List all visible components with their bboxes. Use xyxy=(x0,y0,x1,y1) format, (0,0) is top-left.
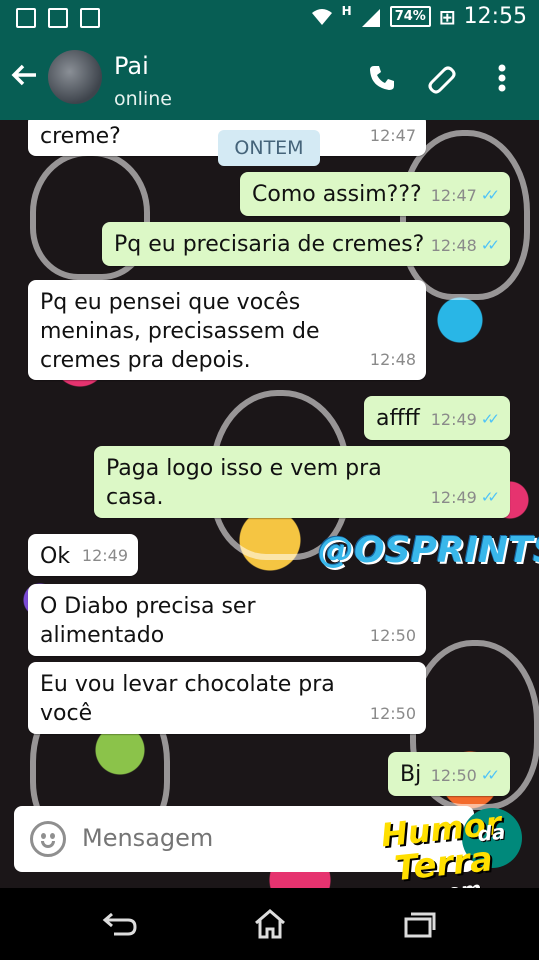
network-type: H xyxy=(341,4,352,18)
nav-home-icon[interactable] xyxy=(250,904,290,944)
read-receipt-icon: ✓✓ xyxy=(480,236,500,254)
message-time: 12:49 xyxy=(430,488,477,507)
read-receipt-icon: ✓✓ xyxy=(480,766,500,784)
message-text: Como assim??? xyxy=(252,182,422,207)
chat-header: Pai online xyxy=(0,38,539,120)
app-notification-icon xyxy=(80,8,100,28)
message-text: Paga logo isso e vem pra casa. xyxy=(106,456,382,510)
message-time: 12:47 xyxy=(369,126,416,145)
message-incoming[interactable]: O Diabo precisa ser alimentado 12:50 xyxy=(28,584,426,656)
phone-icon[interactable] xyxy=(364,60,400,96)
message-text: Ok xyxy=(40,544,71,569)
back-arrow-icon[interactable] xyxy=(10,58,38,98)
message-input[interactable] xyxy=(82,824,382,852)
emoji-icon[interactable] xyxy=(30,821,66,857)
message-outgoing[interactable]: Como assim??? 12:47 ✓✓ xyxy=(240,172,510,216)
read-receipt-icon: ✓✓ xyxy=(480,186,500,204)
status-bar: H 74% ⊞ 12:55 xyxy=(0,0,539,38)
wifi-icon xyxy=(311,8,332,25)
navigation-bar xyxy=(0,888,539,960)
screenshot-notification-icon xyxy=(16,8,36,28)
read-receipt-icon: ✓✓ xyxy=(480,410,500,428)
contact-name[interactable]: Pai xyxy=(114,52,149,80)
message-text: Pq eu precisaria de cremes? xyxy=(114,232,425,257)
message-text: Bj xyxy=(400,762,422,787)
message-time: 12:49 xyxy=(430,410,477,429)
message-time: 12:49 xyxy=(81,546,128,565)
message-time: 12:47 xyxy=(430,186,477,205)
date-separator: ONTEM xyxy=(218,130,320,166)
message-time: 12:50 xyxy=(369,626,416,645)
message-incoming[interactable]: Eu vou levar chocolate pra você 12:50 xyxy=(28,662,426,734)
attachment-icon[interactable] xyxy=(424,60,460,96)
message-time: 12:50 xyxy=(369,704,416,723)
message-outgoing[interactable]: affff 12:49 ✓✓ xyxy=(364,396,510,440)
battery-charging-icon: ⊞ xyxy=(438,4,456,29)
read-receipt-icon: ✓✓ xyxy=(480,488,500,506)
message-text: O Diabo precisa ser alimentado xyxy=(40,594,256,648)
more-icon[interactable] xyxy=(484,60,520,96)
message-outgoing[interactable]: Pq eu precisaria de cremes? 12:48 ✓✓ xyxy=(102,222,510,266)
chat-area[interactable]: creme? 12:47 ONTEM Como assim??? 12:47 ✓✓… xyxy=(0,120,539,888)
nav-recents-icon[interactable] xyxy=(400,904,440,944)
message-text: Pq eu pensei que vocês meninas, precisas… xyxy=(40,290,320,373)
signal-icon xyxy=(361,8,380,27)
message-text: creme? xyxy=(40,124,121,149)
message-text: affff xyxy=(376,406,420,431)
contact-status: online xyxy=(114,88,172,110)
clock: 12:55 xyxy=(463,4,527,29)
message-time: 12:48 xyxy=(369,350,416,369)
battery-level: 74% xyxy=(389,6,431,27)
message-text: Eu vou levar chocolate pra você xyxy=(40,672,335,726)
message-outgoing[interactable]: Bj 12:50 ✓✓ xyxy=(388,752,510,796)
message-time: 12:50 xyxy=(430,766,477,785)
contact-avatar[interactable] xyxy=(48,50,102,104)
message-outgoing[interactable]: Paga logo isso e vem pra casa. 12:49 ✓✓ xyxy=(94,446,510,518)
watermark: @OSPRINTS xyxy=(318,530,539,571)
gallery-notification-icon xyxy=(48,8,68,28)
nav-back-icon[interactable] xyxy=(100,904,140,944)
message-time: 12:48 xyxy=(430,236,477,255)
message-incoming[interactable]: Pq eu pensei que vocês meninas, precisas… xyxy=(28,280,426,380)
message-incoming[interactable]: Ok 12:49 xyxy=(28,534,138,576)
